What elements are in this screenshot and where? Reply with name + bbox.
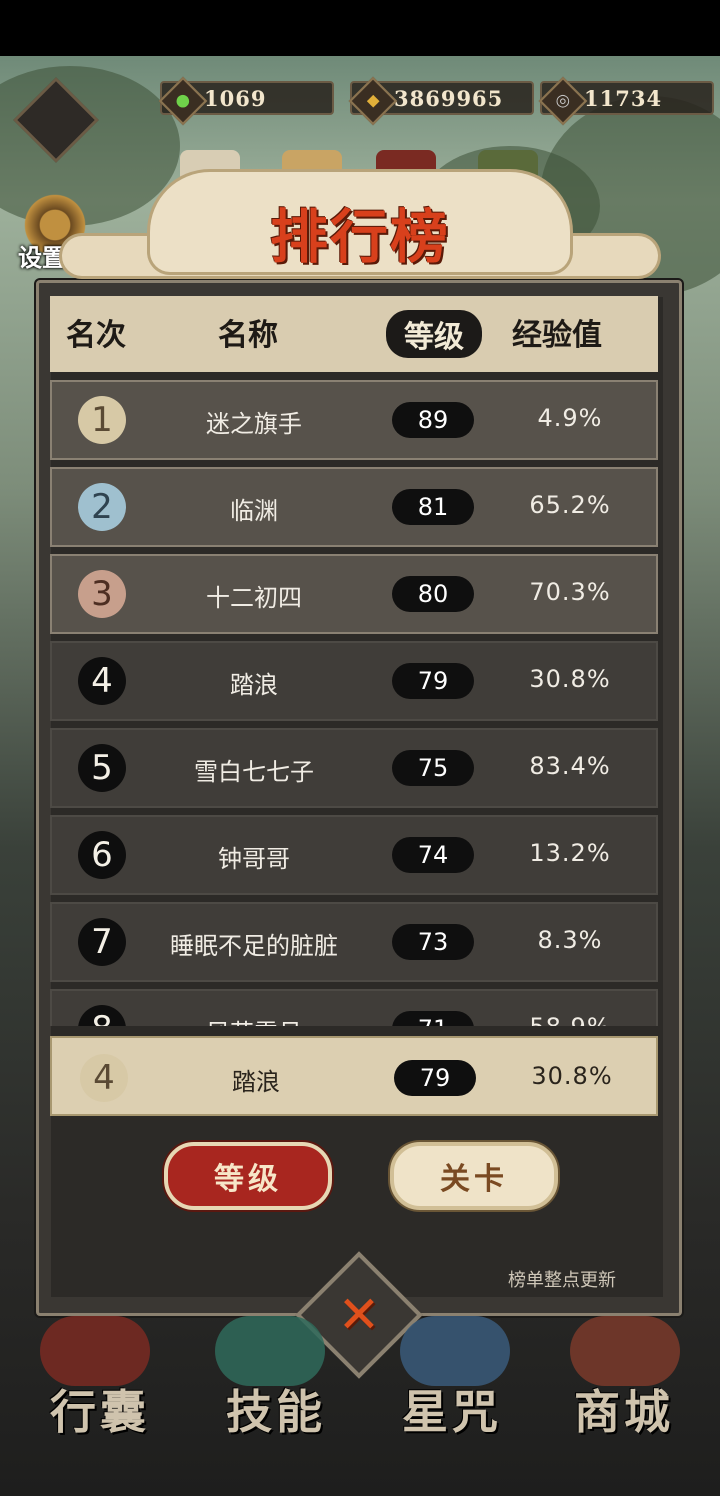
resource-gold[interactable]: 3869965 ◆ — [348, 76, 534, 126]
stage-tab-button[interactable]: 关卡 — [390, 1142, 558, 1210]
panel-title: 排行榜 — [269, 203, 450, 271]
player-name: 迷之旗手 — [206, 410, 302, 438]
close-x-icon: ✕ — [337, 1284, 381, 1345]
rank-badge: 7 — [78, 918, 126, 966]
player-level: 79 — [394, 1060, 476, 1096]
player-level: 75 — [392, 750, 474, 786]
player-exp: 83.4% — [529, 752, 611, 780]
status-bar — [0, 0, 720, 56]
rank-badge: 6 — [78, 831, 126, 879]
rank-badge: 1 — [78, 396, 126, 444]
player-level: 89 — [392, 402, 474, 438]
player-name: 风花雪月 — [140, 1013, 368, 1026]
nav-skill[interactable]: 技能 — [226, 1376, 326, 1442]
player-name: 临渊 — [230, 497, 278, 525]
nav-bag[interactable]: 行囊 — [50, 1376, 150, 1442]
level-tab-button[interactable]: 等级 — [164, 1142, 332, 1210]
player-level: 74 — [392, 837, 474, 873]
player-name: 雪白七七子 — [194, 758, 314, 786]
player-exp: 30.8% — [529, 665, 611, 693]
my-rank-row: 4 踏浪 79 30.8% — [50, 1036, 658, 1116]
rank-badge: 3 — [78, 570, 126, 618]
player-exp: 58.9% — [510, 1013, 630, 1026]
table-row[interactable]: 5 雪白七七子 75 83.4% — [50, 728, 658, 808]
player-name: 踏浪 — [230, 671, 278, 699]
table-row[interactable]: 3 十二初四 80 70.3% — [50, 554, 658, 634]
player-exp: 4.9% — [537, 404, 603, 432]
player-exp: 70.3% — [529, 578, 611, 606]
player-name: 睡眠不足的脏脏 — [170, 932, 338, 960]
player-level: 80 — [392, 576, 474, 612]
nav-shop[interactable]: 商城 — [574, 1376, 674, 1442]
player-exp: 8.3% — [537, 926, 603, 954]
table-row[interactable]: 4 踏浪 79 30.8% — [50, 641, 658, 721]
player-name: 钟哥哥 — [218, 845, 290, 873]
table-row[interactable]: 1 迷之旗手 89 4.9% — [50, 380, 658, 460]
refresh-note: 榜单整点更新 — [508, 1270, 616, 1291]
nav-constellation[interactable]: 星咒 — [402, 1376, 502, 1442]
player-name: 十二初四 — [206, 584, 302, 612]
table-row[interactable]: 2 临渊 81 65.2% — [50, 467, 658, 547]
table-header: 名次 名称 等级 经验值 — [50, 296, 658, 372]
table-row[interactable]: 7 睡眠不足的脏脏 73 8.3% — [50, 902, 658, 982]
resource-jade[interactable]: 1069 ● — [158, 76, 334, 126]
header-name: 名称 — [218, 318, 278, 353]
header-rank: 名次 — [66, 318, 126, 353]
rank-badge: 5 — [78, 744, 126, 792]
header-exp: 经验值 — [512, 318, 602, 353]
player-exp: 30.8% — [531, 1062, 613, 1090]
leaderboard-list[interactable]: 1 迷之旗手 89 4.9% 2 临渊 81 65.2% 3 十二初四 80 7… — [50, 380, 658, 1026]
rank-badge: 4 — [80, 1054, 128, 1102]
player-exp: 65.2% — [529, 491, 611, 519]
rank-badge: 2 — [78, 483, 126, 531]
settings-label: 设置 — [18, 243, 66, 272]
table-row[interactable]: 8 风花雪月 71 58.9% — [50, 989, 658, 1026]
table-row[interactable]: 6 钟哥哥 74 13.2% — [50, 815, 658, 895]
player-exp: 13.2% — [529, 839, 611, 867]
resource-silver[interactable]: 11734 ◎ — [538, 76, 714, 126]
rank-badge: 4 — [78, 657, 126, 705]
player-level: 71 — [392, 1011, 474, 1026]
header-level: 等级 — [386, 310, 482, 358]
player-level: 81 — [392, 489, 474, 525]
player-level: 73 — [392, 924, 474, 960]
player-level: 79 — [392, 663, 474, 699]
player-name: 踏浪 — [232, 1068, 280, 1096]
